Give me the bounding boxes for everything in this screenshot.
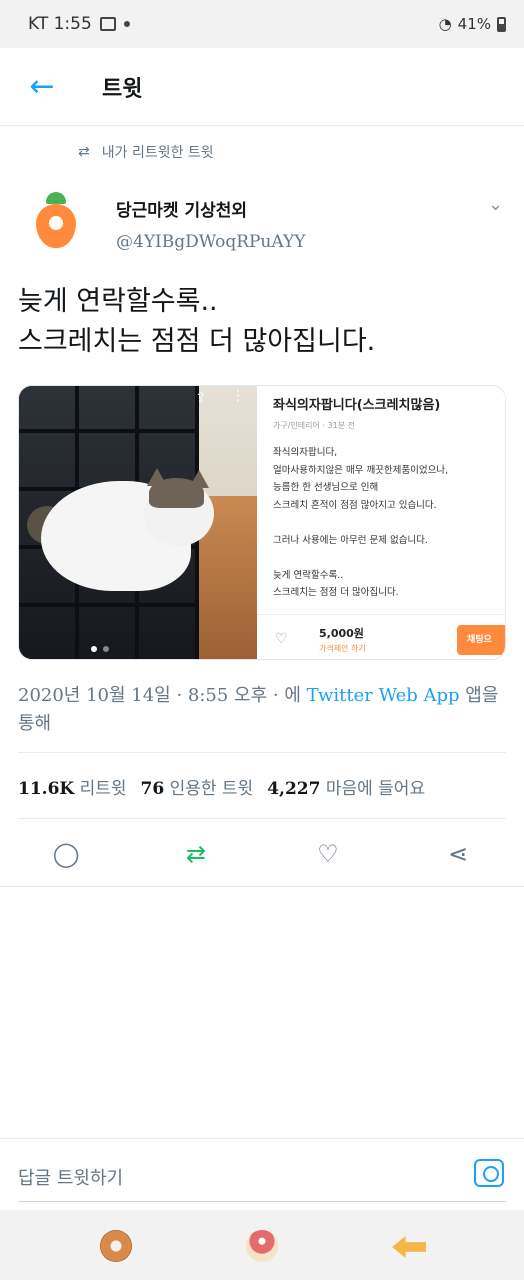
reply-underline — [18, 1201, 506, 1202]
listing-desc-line: 얼마사용하지않은 매우 깨끗한제품이었으나, — [273, 464, 449, 476]
retweet-notice-label: 내가 리트윗한 트윗 — [101, 145, 214, 161]
camera-icon[interactable] — [474, 1159, 504, 1187]
like-count-link[interactable]: 4,227 마음에 들어요 — [267, 774, 425, 799]
like-label: 마음에 들어요 — [325, 779, 426, 799]
tweet-actions: ◯ ⇄ ♡ ⋖ — [0, 830, 524, 878]
status-bar: KT 1:55 ◔ 41% — [0, 0, 524, 48]
tweet-media[interactable]: ⇪ ⋮ 좌식의자팝니다(스크레치많음) 가구/인테리어 · 31분 전 좌식의자… — [18, 385, 506, 660]
retweet-icon[interactable]: ⇄ — [180, 838, 212, 870]
gallery-icon — [99, 17, 116, 31]
donut-icon[interactable] — [100, 1230, 132, 1262]
listing-desc-line: 그러나 사용에는 아무런 문제 없습니다. — [273, 534, 428, 546]
mushroom-icon[interactable] — [246, 1230, 278, 1262]
wifi-icon: ◔ — [438, 15, 452, 33]
chevron-down-icon[interactable]: ⌄ — [488, 194, 503, 215]
listing-desc-line — [273, 514, 499, 532]
listing-footer: ♡ 5,000원 가격제안 하기 채팅으 — [257, 614, 505, 659]
tweet-line-1: 늦게 연락할수록.. — [18, 286, 218, 317]
divider — [0, 886, 524, 887]
listing-desc-line: 능름한 한 선생님으로 인해 — [273, 482, 379, 493]
listing-desc-line: 스크레치는 점점 더 많아집니다. — [273, 587, 399, 598]
listing-nego: 가격제안 하기 — [319, 644, 366, 653]
page-title: 트윗 — [102, 76, 143, 102]
listing-price: 5,000원 — [319, 627, 364, 640]
tweet-text: 늦게 연락할수록.. 스크레치는 점점 더 많아집니다. — [18, 282, 508, 362]
listing-desc-line: 좌식의자팝니다, — [273, 447, 338, 458]
listing-screenshot[interactable]: 좌식의자팝니다(스크레치많음) 가구/인테리어 · 31분 전 좌식의자팝니다,… — [257, 386, 505, 659]
reply-bar: 답글 트윗하기 — [0, 1138, 524, 1210]
battery-icon — [497, 16, 506, 32]
share-icon: ⇪ — [195, 390, 207, 406]
source-link[interactable]: Twitter Web App — [307, 685, 460, 706]
carrot-logo-icon — [36, 204, 76, 248]
reply-icon[interactable]: ◯ — [50, 838, 82, 870]
reply-input[interactable]: 답글 트윗하기 — [18, 1164, 123, 1190]
retweet-count: 11.6K — [18, 779, 75, 799]
tweet-stats: 11.6K 리트윗 76 인용한 트윗 4,227 마음에 들어요 — [18, 774, 425, 799]
retweet-notice: ⇄ 내가 리트윗한 트윗 — [78, 142, 214, 162]
quote-count-link[interactable]: 76 인용한 트윗 — [141, 774, 254, 799]
like-icon[interactable]: ♡ — [312, 838, 344, 870]
retweet-count-link[interactable]: 11.6K 리트윗 — [18, 774, 127, 799]
timestamp-text: 2020년 10월 14일 · 8:55 오후 · 에 — [18, 685, 307, 706]
share-icon[interactable]: ⋖ — [442, 838, 474, 870]
author-handle[interactable]: @4YIBgDWoqRPuAYY — [116, 232, 305, 252]
back-arrow-icon[interactable]: ← — [22, 67, 62, 107]
listing-heart-icon: ♡ — [275, 631, 288, 647]
listing-desc-line — [273, 549, 499, 567]
back-nav-icon[interactable] — [392, 1236, 426, 1258]
retweet-label: 리트윗 — [79, 779, 127, 799]
carrier-time: KT 1:55 — [28, 14, 92, 34]
avatar[interactable] — [24, 190, 88, 254]
divider — [18, 752, 506, 753]
author-name[interactable]: 당근마켓 기상천외 — [116, 196, 247, 221]
header: ← 트윗 — [0, 48, 524, 126]
timestamp: 2020년 10월 14일 · 8:55 오후 · 에 Twitter Web … — [18, 682, 508, 738]
listing-title: 좌식의자팝니다(스크레치많음) — [273, 398, 441, 413]
listing-meta: 가구/인테리어 · 31분 전 — [273, 421, 355, 430]
listing-desc-line: 스크레치 흔적이 점점 많아지고 있습니다. — [273, 499, 437, 511]
listing-chat-button: 채팅으 — [457, 625, 505, 655]
battery-level: 41% — [457, 15, 491, 33]
more-icon: ⋮ — [231, 388, 245, 404]
like-count: 4,227 — [267, 779, 321, 799]
system-nav-bar — [0, 1210, 524, 1280]
tweet-line-2: 스크레치는 점점 더 많아집니다. — [18, 326, 376, 357]
cat-photo[interactable]: ⇪ ⋮ — [19, 386, 257, 659]
listing-desc-line: 늦게 연락할수록.. — [273, 569, 344, 581]
quote-count: 76 — [140, 779, 165, 799]
quote-label: 인용한 트윗 — [169, 779, 254, 799]
notification-dot-icon — [123, 21, 130, 27]
carousel-dots — [91, 646, 109, 652]
divider — [18, 818, 506, 819]
listing-description: 좌식의자팝니다, 얼마사용하지않은 매우 깨끗한제품이었으나, 능름한 한 선생… — [273, 444, 499, 602]
cat-ear — [189, 470, 209, 488]
carrot-leaf-icon — [46, 192, 66, 204]
cat-ear — [147, 468, 167, 486]
retweet-small-icon: ⇄ — [78, 144, 90, 160]
